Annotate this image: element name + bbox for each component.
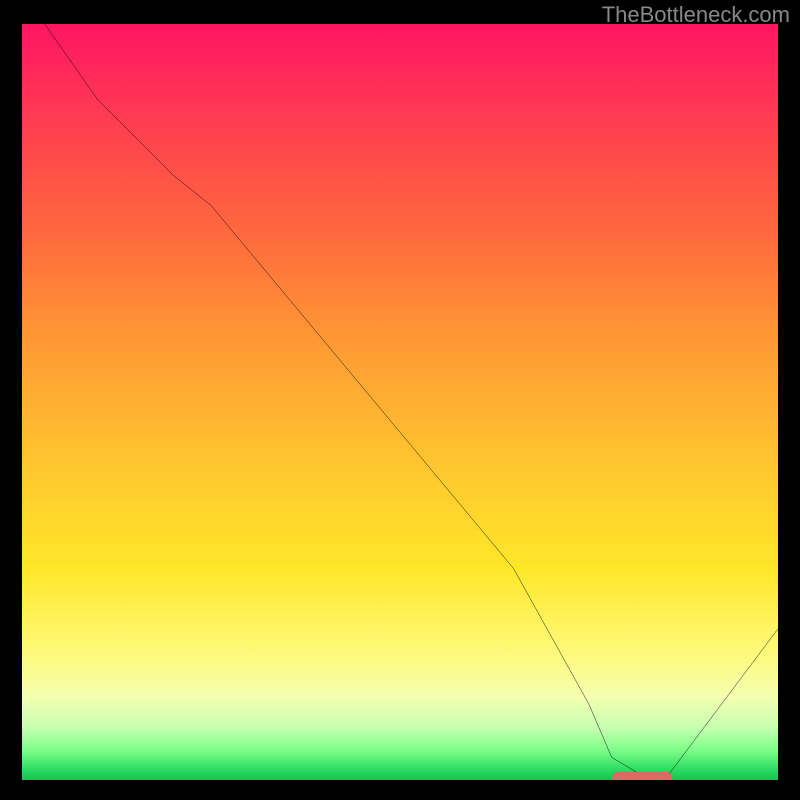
optimal-range-marker [612,772,672,780]
chart-container: TheBottleneck.com [0,0,800,800]
plot-area [22,24,778,780]
bottleneck-curve [22,24,778,780]
watermark-text: TheBottleneck.com [602,2,790,28]
